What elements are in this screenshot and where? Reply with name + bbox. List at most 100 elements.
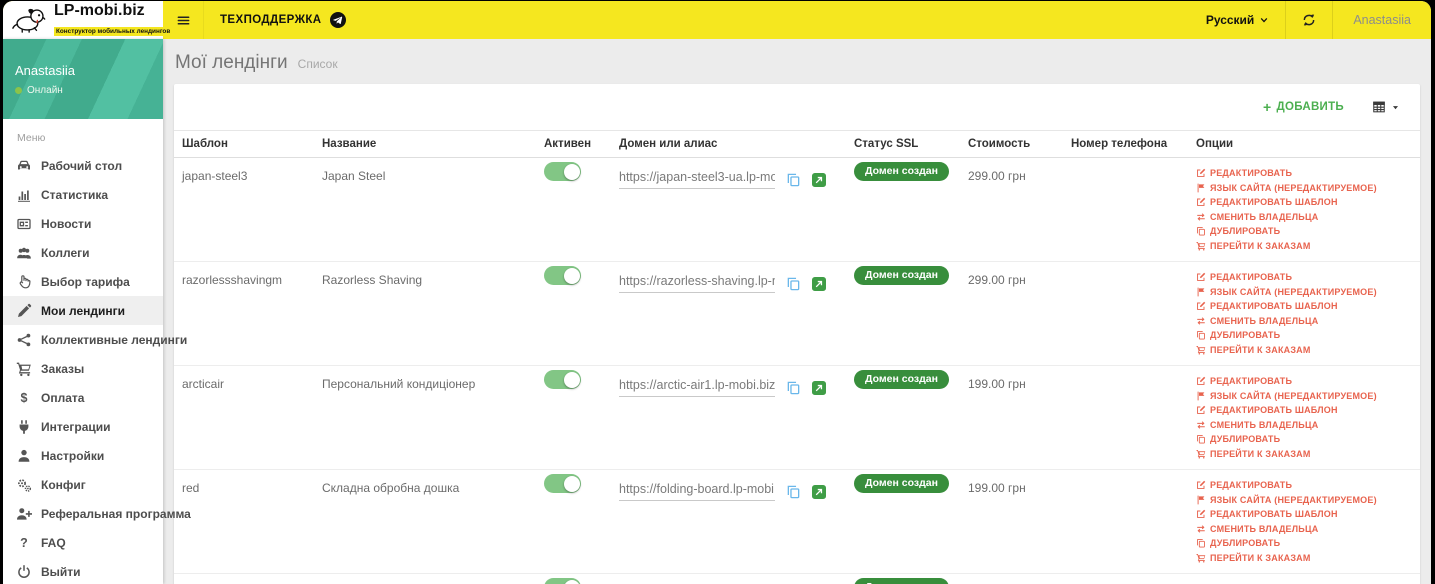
flag-icon <box>1196 287 1206 297</box>
sidebar-item-share[interactable]: Коллективные лендинги <box>3 325 187 354</box>
sidebar-item-desktop[interactable]: Рабочий стол <box>3 151 163 180</box>
column-header: Стоимость <box>968 138 1031 150</box>
sidebar-item-label: Коллеги <box>41 245 90 260</box>
sidebar-item-label: Выйти <box>41 564 81 579</box>
copy-icon[interactable] <box>786 484 801 499</box>
sidebar-menu: Рабочий стол Статистика Новости Коллеги Выбо… <box>3 151 191 584</box>
domain-input[interactable] <box>619 378 775 397</box>
option-link[interactable]: РЕДАКТИРОВАТЬ ШАБЛОН <box>1196 405 1420 415</box>
option-link[interactable]: РЕДАКТИРОВАТЬ ШАБЛОН <box>1196 509 1420 519</box>
option-link[interactable]: РЕДАКТИРОВАТЬ <box>1196 480 1420 490</box>
external-link-icon[interactable] <box>812 484 826 499</box>
active-toggle[interactable] <box>544 370 581 389</box>
ssl-cell: Домен создан <box>846 574 960 584</box>
external-link-icon[interactable] <box>812 276 826 291</box>
refresh-button[interactable] <box>1285 1 1334 39</box>
name-cell: Razorless Shaving <box>322 273 423 287</box>
telegram-icon <box>329 12 346 28</box>
sidebar-item-user-plus[interactable]: Реферальная программа <box>3 499 191 528</box>
sidebar: Anastasiia Онлайн Меню Рабочий стол Стати… <box>3 39 191 584</box>
support-button[interactable]: ТЕХПОДДЕРЖКА <box>204 1 362 39</box>
name-cell: Персональний кондиціонер <box>322 377 476 391</box>
active-toggle[interactable] <box>544 578 581 584</box>
option-link[interactable]: ЯЗЫК САЙТА (НЕРЕДАКТИРУЕМОЕ) <box>1196 183 1420 193</box>
sidebar-item-label: Мои лендинги <box>41 303 126 318</box>
active-cell <box>536 470 611 493</box>
swap-icon <box>1196 524 1206 534</box>
edit-icon <box>1196 376 1206 386</box>
option-link[interactable]: СМЕНИТЬ ВЛАДЕЛЬЦА <box>1196 212 1420 222</box>
option-link[interactable]: ДУБЛИРОВАТЬ <box>1196 330 1420 340</box>
option-link[interactable]: ПЕРЕЙТИ К ЗАКАЗАМ <box>1196 241 1420 251</box>
copy-icon[interactable] <box>786 380 801 395</box>
phone-cell <box>1063 574 1188 584</box>
option-link[interactable]: ПЕРЕЙТИ К ЗАКАЗАМ <box>1196 553 1420 563</box>
option-link[interactable]: РЕДАКТИРОВАТЬ ШАБЛОН <box>1196 301 1420 311</box>
sidebar-item-chart[interactable]: Статистика <box>3 180 163 209</box>
sidebar-item-plug[interactable]: Интеграции <box>3 412 163 441</box>
sidebar-item-user[interactable]: Настройки <box>3 441 163 470</box>
option-link[interactable]: СМЕНИТЬ ВЛАДЕЛЬЦА <box>1196 420 1420 430</box>
sidebar-item-hand-pointer[interactable]: Выбор тарифа <box>3 267 163 296</box>
option-label: СМЕНИТЬ ВЛАДЕЛЬЦА <box>1210 523 1319 534</box>
brand-logo-area[interactable]: LP-mobi.biz Конструктор мобильных лендин… <box>3 1 173 39</box>
option-link[interactable]: СМЕНИТЬ ВЛАДЕЛЬЦА <box>1196 316 1420 326</box>
option-link[interactable]: РЕДАКТИРОВАТЬ ШАБЛОН <box>1196 197 1420 207</box>
option-link[interactable]: ДУБЛИРОВАТЬ <box>1196 538 1420 548</box>
sidebar-item-news[interactable]: Новости <box>3 209 163 238</box>
flag-icon <box>1196 183 1206 193</box>
card-actions: + ДОБАВИТЬ <box>174 84 1420 130</box>
option-link[interactable]: ЯЗЫК САЙТА (НЕРЕДАКТИРУЕМОЕ) <box>1196 391 1420 401</box>
active-toggle[interactable] <box>544 162 581 181</box>
toggle-knob <box>563 371 580 388</box>
options-cell: РЕДАКТИРОВАТЬ ЯЗЫК САЙТА (НЕРЕДАКТИРУЕМОЕ… <box>1188 470 1420 563</box>
user-menu[interactable]: Anastasiia <box>1333 1 1431 39</box>
flag-icon <box>1196 495 1206 505</box>
template-cell: razorlessshavingm <box>182 273 283 287</box>
option-label: ПЕРЕЙТИ К ЗАКАЗАМ <box>1210 552 1311 563</box>
option-link[interactable]: ПЕРЕЙТИ К ЗАКАЗАМ <box>1196 449 1420 459</box>
sidebar-item-pen[interactable]: Мои лендинги <box>3 296 163 325</box>
domain-input[interactable] <box>619 274 775 293</box>
sidebar-item-dollar[interactable]: $ Оплата <box>3 383 163 412</box>
option-link[interactable]: ЯЗЫК САЙТА (НЕРЕДАКТИРУЕМОЕ) <box>1196 287 1420 297</box>
language-dropdown[interactable]: Русский <box>1190 1 1286 39</box>
domain-cell <box>611 470 846 501</box>
add-button[interactable]: + ДОБАВИТЬ <box>1263 100 1344 114</box>
swap-icon <box>1196 420 1206 430</box>
option-link[interactable]: ЯЗЫК САЙТА (НЕРЕДАКТИРУЕМОЕ) <box>1196 495 1420 505</box>
sidebar-item-cart[interactable]: Заказы <box>3 354 163 383</box>
option-label: РЕДАКТИРОВАТЬ ШАБЛОН <box>1210 197 1338 207</box>
external-link-icon[interactable] <box>812 380 826 395</box>
sidebar-item-gears[interactable]: Конфиг <box>3 470 163 499</box>
options-cell: РЕДАКТИРОВАТЬ ЯЗЫК САЙТА (НЕРЕДАКТИРУЕМОЕ… <box>1188 262 1420 355</box>
copy-icon[interactable] <box>786 276 801 291</box>
option-link[interactable]: СМЕНИТЬ ВЛАДЕЛЬЦА <box>1196 524 1420 534</box>
option-label: РЕДАКТИРОВАТЬ ШАБЛОН <box>1210 509 1338 519</box>
cost-cell: 299.00 грн <box>968 273 1026 287</box>
option-link[interactable]: ДУБЛИРОВАТЬ <box>1196 226 1420 236</box>
chart-icon <box>16 187 32 203</box>
option-label: РЕДАКТИРОВАТЬ <box>1210 480 1293 490</box>
active-toggle[interactable] <box>544 266 581 285</box>
domain-input[interactable] <box>619 482 775 501</box>
option-link[interactable]: РЕДАКТИРОВАТЬ <box>1196 272 1420 282</box>
topbar: LP-mobi.biz Конструктор мобильных лендин… <box>3 1 1431 39</box>
cost-cell: 299.00 грн <box>968 169 1026 183</box>
option-link[interactable]: РЕДАКТИРОВАТЬ <box>1196 376 1420 386</box>
domain-input[interactable] <box>619 170 775 189</box>
option-link[interactable]: ДУБЛИРОВАТЬ <box>1196 434 1420 444</box>
sidebar-item-power[interactable]: Выйти <box>3 557 163 584</box>
sidebar-item-users[interactable]: Коллеги <box>3 238 163 267</box>
active-toggle[interactable] <box>544 474 581 493</box>
copy-icon[interactable] <box>786 172 801 187</box>
view-mode-button[interactable] <box>1372 100 1400 114</box>
hamburger-menu-button[interactable] <box>163 1 204 39</box>
option-link[interactable]: ПЕРЕЙТИ К ЗАКАЗАМ <box>1196 345 1420 355</box>
domain-cell <box>611 366 846 397</box>
edit-icon <box>1196 272 1206 282</box>
external-link-icon[interactable] <box>812 172 826 187</box>
sidebar-item-question[interactable]: ? FAQ <box>3 528 163 557</box>
option-link[interactable]: РЕДАКТИРОВАТЬ <box>1196 168 1420 178</box>
cart-icon <box>1196 241 1206 251</box>
